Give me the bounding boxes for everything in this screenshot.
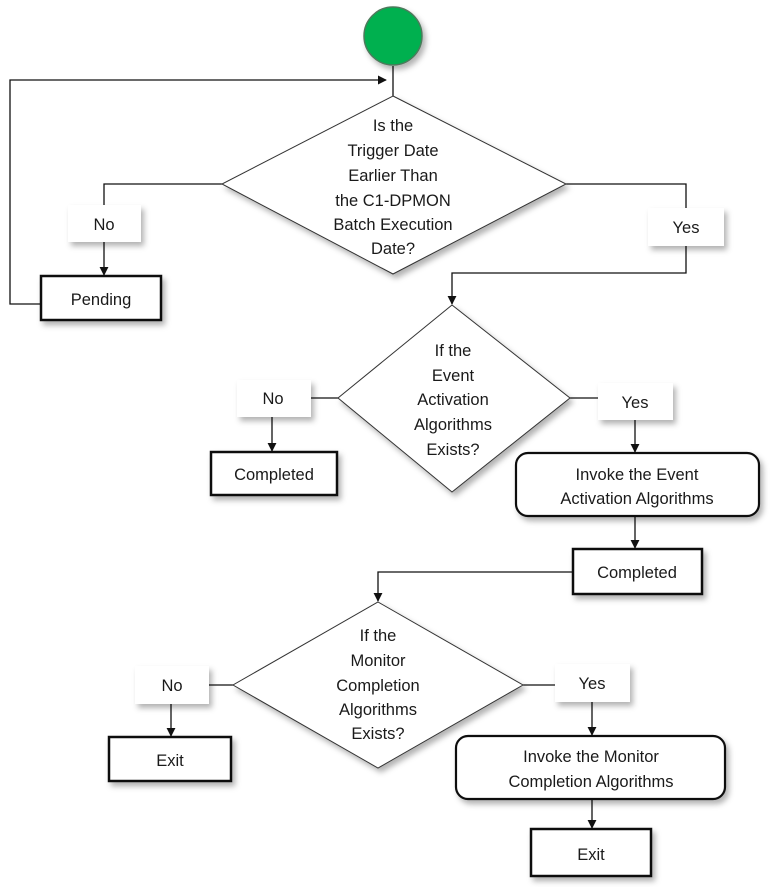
process-completed-no-algorithms: Completed [209,450,339,497]
decision-text: Batch Execution [333,216,452,234]
process-text: Exit [156,752,184,770]
flowchart: Is the Trigger Date Earlier Than the C1-… [9,6,761,878]
label-text: Yes [579,675,606,693]
connector-completed-to-d3 [373,571,573,602]
start-circle-icon [363,6,423,66]
process-completed-after-activation: Completed [571,547,704,596]
label-text: Yes [673,219,700,237]
label-text: No [161,677,182,695]
decision-trigger-date: Is the Trigger Date Earlier Than the C1-… [220,95,568,275]
process-invoke-event-activation: Invoke the Event Activation Algorithms [514,451,761,518]
decision-text: Is the [373,117,413,135]
label-text: No [93,216,114,234]
label-no-1: No [68,205,141,242]
label-text: No [262,390,283,408]
process-text: Invoke the Event [576,466,699,484]
decision-text: Exists? [426,441,479,459]
label-no-2: No [237,380,311,417]
label-yes-3: Yes [555,664,630,702]
decision-text: Activation [417,391,489,409]
process-text: Activation Algorithms [560,490,713,508]
label-text: Yes [622,394,649,412]
decision-text: Algorithms [414,416,492,434]
label-yes-1: Yes [648,208,724,246]
process-pending: Pending [39,274,163,322]
decision-text: Algorithms [339,701,417,719]
process-text: Completed [597,564,677,582]
decision-text: Exists? [351,725,404,743]
process-invoke-monitor-completion: Invoke the Monitor Completion Algorithms [454,734,727,801]
process-text: Completed [234,466,314,484]
decision-text: Event [432,367,475,385]
process-exit-no-algorithms: Exit [107,735,233,783]
decision-text: the C1-DPMON [335,192,451,210]
process-text: Invoke the Monitor [523,748,659,766]
process-text: Exit [577,846,605,864]
process-text: Pending [71,291,132,309]
label-no-3: No [135,666,209,704]
decision-text: If the [360,627,397,645]
label-yes-2: Yes [598,383,673,420]
decision-text: Trigger Date [347,142,438,160]
decision-text: Date? [371,240,415,258]
process-exit-after-monitor: Exit [529,827,653,878]
decision-text: Monitor [350,652,406,670]
decision-text: Earlier Than [348,167,438,185]
decision-text: If the [435,342,472,360]
process-text: Completion Algorithms [508,773,673,791]
decision-text: Completion [336,677,419,695]
